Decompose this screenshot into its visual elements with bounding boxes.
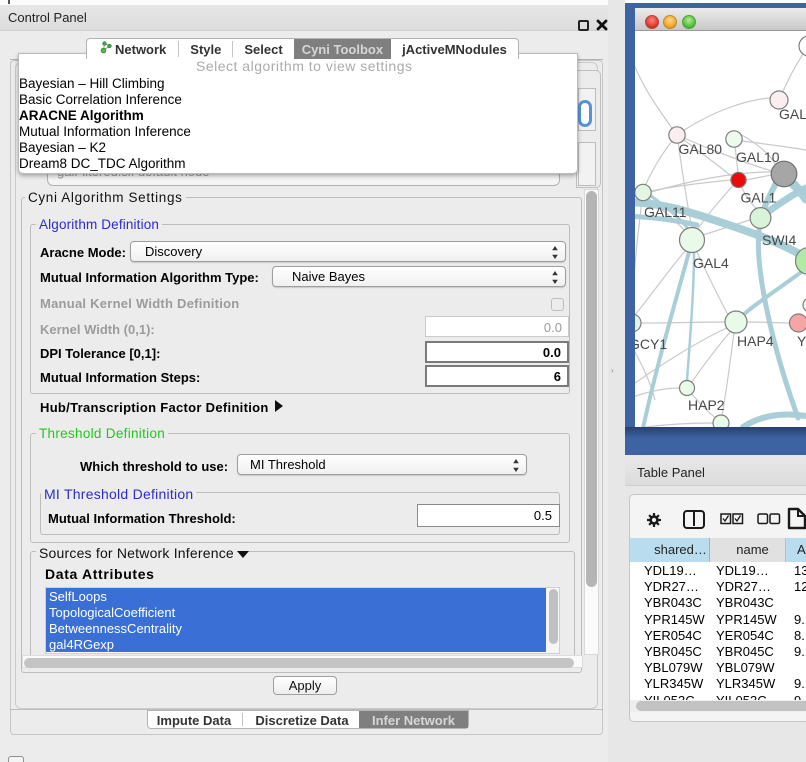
svg-text:GAL11: GAL11 <box>644 204 687 220</box>
svg-text:GCY1: GCY1 <box>635 336 667 352</box>
svg-text:GAL4: GAL4 <box>693 255 729 271</box>
svg-text:Y: Y <box>797 333 806 349</box>
svg-text:SWI4: SWI4 <box>762 232 796 248</box>
svg-text:GAL1: GAL1 <box>741 190 777 206</box>
svg-text:HAP4: HAP4 <box>737 333 774 349</box>
svg-text:HAP2: HAP2 <box>688 397 725 413</box>
svg-text:GAL10: GAL10 <box>736 149 780 165</box>
svg-text:GAL: GAL <box>779 106 806 122</box>
svg-text:GAL80: GAL80 <box>679 141 723 157</box>
